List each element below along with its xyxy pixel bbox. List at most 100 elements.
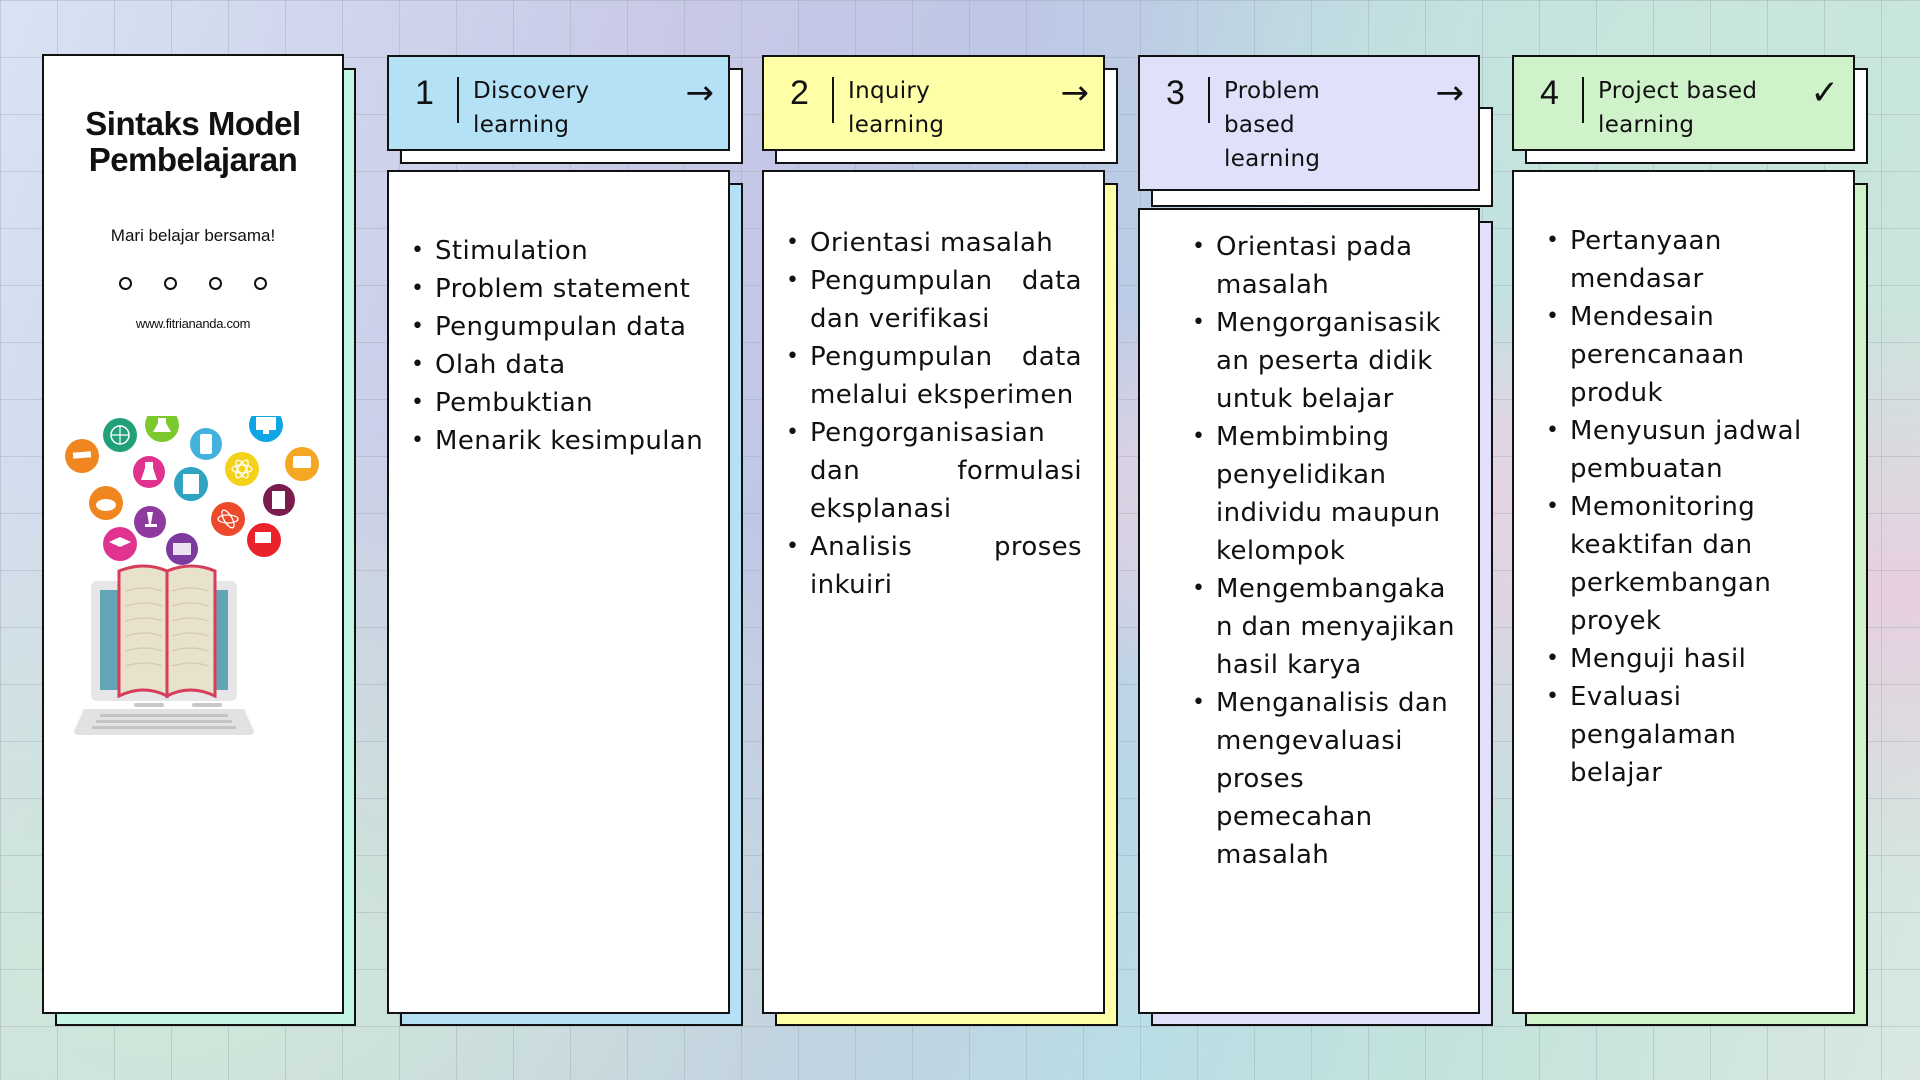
list-item-line: eksplanasi [810, 494, 952, 524]
step-list: Orientasi masalah Pengumpulan data dan ver… [786, 224, 1082, 604]
list-item-line: melalui eksperimen [810, 380, 1074, 410]
list-item: Pembuktian [411, 384, 707, 422]
list-item-line: n dan menyajikan [1216, 612, 1455, 642]
card-number: 3 [1166, 74, 1185, 112]
arrow-right-icon[interactable]: → [686, 71, 715, 113]
card-title-line: learning [473, 112, 570, 138]
education-illustration [65, 416, 319, 735]
list-item-line: belajar [1570, 758, 1663, 788]
list-item-line: Menarik kesimpulan [435, 426, 704, 456]
list-item-line: Olah data [435, 350, 566, 380]
step-list: Stimulation Problem statement Pengumpulan … [411, 232, 707, 460]
list-item: Mendesain perencanaan produk [1546, 298, 1826, 412]
subtitle: Mari belajar bersama! [110, 226, 276, 245]
list-item-line: inkuiri [810, 570, 893, 600]
list-item-line: Mendesain [1570, 302, 1715, 332]
sidebar-panel: Sintaks Model Pembelajaran Mari belajar … [42, 54, 344, 1014]
list-item-line: perencanaan [1570, 340, 1745, 370]
list-item-line: individu maupun [1216, 498, 1441, 528]
open-book-illustration [117, 564, 217, 699]
page-title-line2: Pembelajaran [88, 141, 298, 178]
list-item-line: Pembuktian [435, 388, 593, 418]
list-item-line: untuk belajar [1216, 384, 1394, 414]
arrow-right-icon[interactable]: → [1436, 71, 1465, 113]
card-title-line: learning [1224, 146, 1321, 172]
list-item-line: Stimulation [435, 236, 589, 266]
website-link[interactable]: www.fitriananda.com [44, 316, 342, 331]
dot-icon [254, 277, 267, 290]
dot-icon [164, 277, 177, 290]
list-item-line: pengalaman [1570, 720, 1737, 750]
list-item-line: produk [1570, 378, 1663, 408]
list-item-line: mendasar [1570, 264, 1704, 294]
header-divider [457, 77, 459, 123]
atom-icon [211, 502, 245, 536]
arrow-right-icon[interactable]: → [1061, 71, 1090, 113]
card-title-line: Problem [1224, 78, 1321, 104]
dot-icon [209, 277, 222, 290]
checkmark-icon[interactable]: ✓ [1811, 71, 1840, 113]
list-item-line: keaktifan dan [1570, 530, 1753, 560]
list-item-line: dan formulasi [810, 456, 1082, 486]
list-item: Olah data [411, 346, 707, 384]
list-item: Evaluasi pengalaman belajar [1546, 678, 1826, 792]
dot-icon [119, 277, 132, 290]
page-title-line1: Sintaks Model [85, 105, 301, 142]
list-item-line: Orientasi masalah [810, 228, 1054, 258]
list-item: Stimulation [411, 232, 707, 270]
list-item-line: pembuatan [1570, 454, 1723, 484]
card-body: Stimulation Problem statement Pengumpulan … [387, 170, 730, 1014]
list-item-line: Pengorganisasian [810, 418, 1046, 448]
list-item: Membimbing penyelidikan individu maupun kel… [1192, 418, 1462, 570]
card-title: Problem based learning [1224, 71, 1436, 176]
list-item: Analisis proses inkuiri [786, 528, 1082, 604]
list-item: Mengorganisasik an peserta didik untuk bel… [1192, 304, 1462, 418]
card-header[interactable]: 3 Problem based learning → [1138, 55, 1480, 191]
header-divider [1208, 77, 1210, 123]
list-item-line: perkembangan [1570, 568, 1772, 598]
card-number: 2 [790, 74, 809, 112]
list-item-line: dan verifikasi [810, 304, 990, 334]
list-item-line: Analisis proses [810, 532, 1082, 562]
list-item-line: pemecahan [1216, 802, 1373, 832]
card-header[interactable]: 4 Project based learning ✓ [1512, 55, 1855, 151]
list-item-line: Pengumpulan data [810, 342, 1082, 372]
list-item-line: an peserta didik [1216, 346, 1433, 376]
list-item-line: Evaluasi [1570, 682, 1682, 712]
step-list: Orientasi pada masalah Mengorganisasik an p… [1192, 228, 1462, 874]
card-title: Discovery learning [473, 71, 686, 142]
list-item-line: Memonitoring [1570, 492, 1756, 522]
atom-icon [225, 452, 259, 486]
list-item-line: Orientasi pada [1216, 232, 1413, 262]
list-item: Pengumpulan data [411, 308, 707, 346]
card-header[interactable]: 2 Inquiry learning → [762, 55, 1105, 151]
list-item: Problem statement [411, 270, 707, 308]
card-header[interactable]: 1 Discovery learning → [387, 55, 730, 151]
pagination-dots [44, 277, 342, 290]
list-item-line: Menyusun jadwal [1570, 416, 1802, 446]
list-item-line: proses [1216, 764, 1305, 794]
list-item-line: Membimbing [1216, 422, 1390, 452]
card-title: Project based learning [1598, 71, 1811, 142]
list-item-line: mengevaluasi [1216, 726, 1403, 756]
card-number: 1 [415, 74, 434, 112]
list-item: Mengembangaka n dan menyajikan hasil karya [1192, 570, 1462, 684]
list-item: Orientasi masalah [786, 224, 1082, 262]
list-item-line: kelompok [1216, 536, 1346, 566]
list-item: Menarik kesimpulan [411, 422, 707, 460]
list-item-line: masalah [1216, 840, 1330, 870]
card-body: Pertanyaan mendasar Mendesain perencanaan pr… [1512, 170, 1855, 1014]
header-divider [832, 77, 834, 123]
card-body: Orientasi masalah Pengumpulan data dan ver… [762, 170, 1105, 1014]
list-item-line: Pengumpulan data [810, 266, 1082, 296]
list-item: Menyusun jadwal pembuatan [1546, 412, 1826, 488]
list-item-line: Pengumpulan data [435, 312, 687, 342]
list-item-line: hasil karya [1216, 650, 1362, 680]
card-title-line: Project based [1598, 78, 1758, 104]
list-item: Menganalisis dan mengevaluasi proses pemeca… [1192, 684, 1462, 874]
step-list: Pertanyaan mendasar Mendesain perencanaan pr… [1546, 222, 1826, 792]
list-item-line: Problem statement [435, 274, 691, 304]
card-title: Inquiry learning [848, 71, 1061, 142]
header-divider [1582, 77, 1584, 123]
list-item-line: Menguji hasil [1570, 644, 1747, 674]
